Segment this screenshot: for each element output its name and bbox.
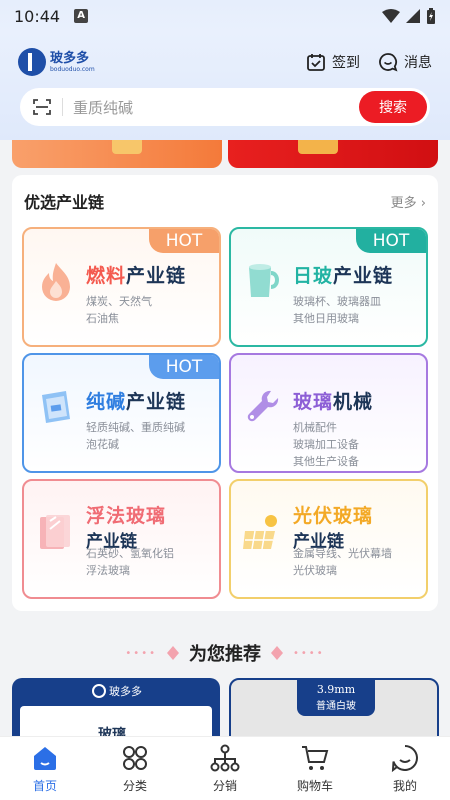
soda-bag-icon	[42, 391, 70, 423]
glass-cup-icon	[249, 264, 279, 297]
tile-desc-line: 泡花碱	[86, 438, 119, 451]
tile-title-highlight: 纯碱	[86, 391, 127, 413]
tile-title-suffix: 产业链	[333, 265, 394, 287]
tile-desc-line: 玻璃加工设备	[293, 438, 359, 451]
signal-icon	[406, 9, 420, 23]
home-icon	[34, 747, 56, 770]
recommend-title: 为您推荐	[189, 644, 261, 665]
tile-desc-line: 石油焦	[86, 312, 119, 325]
tile-desc-line: 机械配件	[293, 421, 337, 434]
messages-button[interactable]: 消息	[378, 52, 432, 72]
messages-label: 消息	[404, 55, 432, 71]
product-tag: 3.9mm 普通白玻	[297, 680, 375, 716]
nav-label: 分类	[122, 779, 147, 793]
nav-cart[interactable]: 购物车	[270, 737, 360, 800]
tile-title-highlight: 日玻	[293, 265, 334, 287]
nav-profile[interactable]: 我的	[360, 737, 450, 800]
promo-banner-right[interactable]	[228, 140, 438, 168]
profile-face-icon	[391, 745, 418, 773]
scan-icon[interactable]	[32, 97, 52, 117]
wifi-icon	[382, 9, 400, 23]
more-link[interactable]: 更多 ›	[391, 192, 426, 211]
notification-a-icon: A	[74, 9, 89, 23]
tile-title-highlight: 浮法玻璃	[86, 505, 167, 527]
category-grid-icon	[123, 746, 147, 770]
section-title: 优选产业链	[24, 193, 105, 212]
search-divider	[62, 98, 63, 116]
industry-chain-section: 优选产业链 更多 › HOT 燃料产业链 煤炭、天然气 石油焦 HOT 日玻产业…	[12, 175, 438, 611]
nav-label: 首页	[32, 779, 57, 793]
chain-tile-pv-glass[interactable]: 光伏玻璃 产业链 金属导线、光伏幕墙 光伏玻璃	[229, 479, 428, 599]
nav-label: 我的	[392, 779, 417, 793]
wrench-icon	[247, 390, 279, 422]
bottom-nav: 首页 分类 分销 购物车 我的	[0, 736, 450, 800]
tile-desc-line: 玻璃杯、玻璃器皿	[293, 295, 381, 308]
status-bar: 10:44 A	[0, 0, 450, 32]
decor-dots-left-icon: ••••	[125, 647, 157, 659]
hot-badge: HOT	[149, 229, 219, 253]
distribution-network-icon	[210, 744, 240, 772]
nav-distribution[interactable]: 分销	[180, 737, 270, 800]
chain-tile-float-glass[interactable]: 浮法玻璃 产业链 石英砂、氢氧化铝 浮法玻璃	[22, 479, 221, 599]
nav-label: 购物车	[296, 779, 333, 793]
chain-tile-fuel[interactable]: HOT 燃料产业链 煤炭、天然气 石油焦	[22, 227, 221, 347]
diamond-decor-icon	[167, 646, 179, 660]
decor-dots-right-icon: ••••	[293, 647, 325, 659]
chain-tile-glass-machinery[interactable]: 玻璃机械 机械配件 玻璃加工设备 其他生产设备	[229, 353, 428, 473]
product-logo: 玻多多	[92, 683, 142, 699]
tile-desc-line: 石英砂、氢氧化铝	[86, 547, 174, 560]
tile-title-highlight: 燃料	[86, 265, 127, 287]
nav-home[interactable]: 首页	[0, 737, 90, 800]
logo-mark-icon	[18, 48, 46, 76]
search-button[interactable]: 搜索	[359, 91, 427, 123]
product-spec: 3.9mm	[316, 683, 356, 696]
tile-desc-line: 金属导线、光伏幕墙	[293, 547, 392, 560]
tile-title-suffix: 产业链	[126, 265, 187, 287]
shopping-cart-icon	[302, 746, 329, 770]
logo-name: 玻多多	[50, 50, 90, 66]
tile-desc-line: 光伏玻璃	[293, 564, 337, 577]
tile-title-highlight: 光伏玻璃	[293, 505, 374, 527]
recommend-header: •••• 为您推荐 ••••	[0, 640, 450, 666]
calendar-check-icon	[307, 54, 325, 71]
tile-title-highlight: 玻璃	[293, 391, 334, 413]
hot-badge: HOT	[149, 355, 219, 379]
tile-desc-line: 轻质纯碱、重质纯碱	[86, 421, 185, 434]
hot-badge: HOT	[356, 229, 426, 253]
diamond-decor-icon	[271, 646, 283, 660]
flame-icon	[42, 263, 70, 301]
chain-tile-daily-glass[interactable]: HOT 日玻产业链 玻璃杯、玻璃器皿 其他日用玻璃	[229, 227, 428, 347]
tile-desc-line: 浮法玻璃	[86, 564, 130, 577]
search-bar: 重质纯碱 搜索	[20, 88, 430, 126]
logo-domain: boduoduo.com	[50, 65, 95, 73]
brand-logo[interactable]: 玻多多 boduoduo.com	[18, 48, 95, 76]
checkin-button[interactable]: 签到	[306, 52, 360, 72]
message-bubble-icon	[379, 53, 398, 72]
app-header: 玻多多 boduoduo.com 签到 消息	[0, 42, 450, 82]
battery-icon	[427, 8, 435, 24]
solar-panel-icon	[243, 515, 277, 550]
promo-banner-left[interactable]	[12, 140, 222, 168]
tile-title-suffix: 机械	[333, 391, 374, 413]
chain-tile-soda-ash[interactable]: HOT 纯碱产业链 轻质纯碱、重质纯碱 泡花碱	[22, 353, 221, 473]
tile-desc-line: 其他生产设备	[293, 455, 359, 468]
nav-category[interactable]: 分类	[90, 737, 180, 800]
checkin-label: 签到	[332, 55, 360, 71]
tile-desc-line: 煤炭、天然气	[86, 295, 152, 308]
search-input[interactable]: 重质纯碱	[73, 97, 359, 118]
glass-panel-icon	[40, 515, 70, 549]
tile-title-suffix: 产业链	[126, 391, 187, 413]
nav-label: 分销	[212, 779, 237, 793]
product-type: 普通白玻	[316, 701, 356, 712]
product-logo-text: 玻多多	[109, 685, 142, 698]
status-icons	[382, 8, 436, 24]
tile-desc-line: 其他日用玻璃	[293, 312, 359, 325]
status-time: 10:44	[14, 6, 61, 26]
logo-mark-icon	[92, 684, 106, 698]
